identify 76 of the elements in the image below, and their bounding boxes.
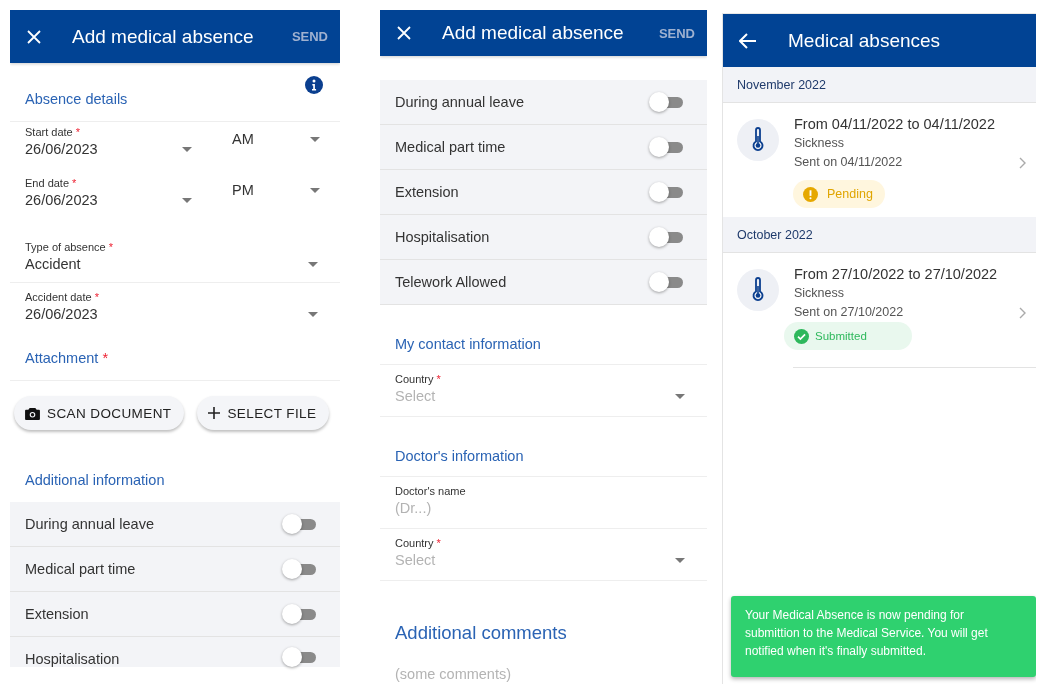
- caret-icon[interactable]: [310, 136, 320, 142]
- field-label: End date *: [25, 177, 78, 189]
- close-icon[interactable]: [397, 26, 411, 40]
- warning-icon: [803, 186, 818, 202]
- caret-icon[interactable]: [182, 197, 192, 203]
- section-title: My contact information: [395, 336, 541, 352]
- thermometer-icon: [737, 119, 779, 161]
- toggle-label: During annual leave: [395, 94, 524, 110]
- field-label: Country *: [395, 537, 442, 549]
- date-field[interactable]: 26/06/2023: [25, 303, 165, 325]
- toggle-label: During annual leave: [25, 516, 154, 532]
- screen-title: Add medical absence: [442, 22, 625, 44]
- caret-icon[interactable]: [182, 146, 192, 152]
- screen-title: Medical absences: [788, 29, 942, 52]
- thermometer-icon: [737, 269, 779, 311]
- absence-type-field[interactable]: Accident: [25, 253, 165, 275]
- sent-date: Sent on 27/10/2022: [794, 304, 905, 321]
- field-label: Type of absence *: [25, 241, 115, 253]
- field-label: Doctor's name: [395, 485, 467, 497]
- absence-dates: From 04/11/2022 to 04/11/2022: [794, 115, 996, 134]
- chevron-right-icon[interactable]: [1019, 157, 1026, 169]
- scan-document-button[interactable]: SCAN DOCUMENT: [14, 396, 185, 430]
- toggle-switch[interactable]: [649, 272, 683, 292]
- country-select[interactable]: Select: [395, 385, 535, 407]
- field-label: Country *: [395, 373, 442, 385]
- toggle-label: Hospitalisation: [395, 229, 490, 245]
- toggle-switch[interactable]: [649, 182, 683, 202]
- half-day-field[interactable]: AM: [232, 128, 272, 150]
- field-label: Start date *: [25, 126, 82, 138]
- toggle-label: Extension: [395, 184, 459, 200]
- sent-date: Sent on 04/11/2022: [794, 154, 904, 171]
- toggle-label: Medical part time: [395, 139, 506, 155]
- month-label: November 2022: [737, 77, 826, 92]
- caret-icon[interactable]: [308, 311, 318, 317]
- toggle-label: Medical part time: [25, 561, 136, 577]
- section-title: Additional comments: [395, 622, 567, 644]
- date-field[interactable]: 26/06/2023: [25, 138, 165, 160]
- status-label: Submitted: [815, 330, 867, 342]
- section-title: Additional information: [25, 472, 165, 488]
- month-label: October 2022: [737, 227, 813, 242]
- date-field[interactable]: 26/06/2023: [25, 189, 165, 211]
- info-icon[interactable]: [305, 76, 323, 94]
- close-icon[interactable]: [27, 29, 41, 44]
- toggle-label: Hospitalisation: [25, 651, 120, 667]
- section-title: Absence details: [25, 91, 128, 107]
- absence-dates: From 27/10/2022 to 27/10/2022: [794, 265, 999, 284]
- select-file-button[interactable]: SELECT FILE: [197, 396, 330, 430]
- toggle-label: Telework Allowed: [395, 274, 507, 290]
- toggle-label: Extension: [25, 606, 89, 622]
- toggle-switch[interactable]: [649, 227, 683, 247]
- toggle-switch[interactable]: [282, 604, 316, 624]
- toggle-switch[interactable]: [282, 559, 316, 579]
- camera-icon: [25, 406, 40, 420]
- section-title: Doctor's information: [395, 448, 524, 464]
- back-arrow-icon[interactable]: [739, 32, 757, 49]
- half-day-field[interactable]: PM: [232, 179, 272, 201]
- caret-icon[interactable]: [675, 393, 685, 399]
- chevron-right-icon[interactable]: [1019, 307, 1026, 319]
- toggle-switch[interactable]: [649, 92, 683, 112]
- caret-icon[interactable]: [308, 261, 318, 267]
- absence-type: Sickness: [794, 135, 846, 152]
- country-select[interactable]: Select: [395, 549, 535, 571]
- caret-icon[interactable]: [310, 187, 320, 193]
- section-title: Attachment *: [25, 349, 109, 366]
- plus-icon: [208, 407, 221, 419]
- toggle-switch[interactable]: [649, 137, 683, 157]
- absence-type: Sickness: [794, 285, 846, 302]
- check-icon: [794, 328, 809, 344]
- caret-icon[interactable]: [675, 557, 685, 563]
- toggle-switch[interactable]: [282, 647, 316, 667]
- toggle-switch[interactable]: [282, 514, 316, 534]
- input-field[interactable]: (Dr...): [395, 497, 535, 519]
- status-label: Pending: [827, 187, 873, 201]
- toast-message: Your Medical Absence is now pending for submittion to the Medical Service. You will get notified when it's finally submitted.: [745, 608, 988, 658]
- field-label: Accident date *: [25, 291, 100, 303]
- screen-title: Add medical absence: [72, 25, 255, 48]
